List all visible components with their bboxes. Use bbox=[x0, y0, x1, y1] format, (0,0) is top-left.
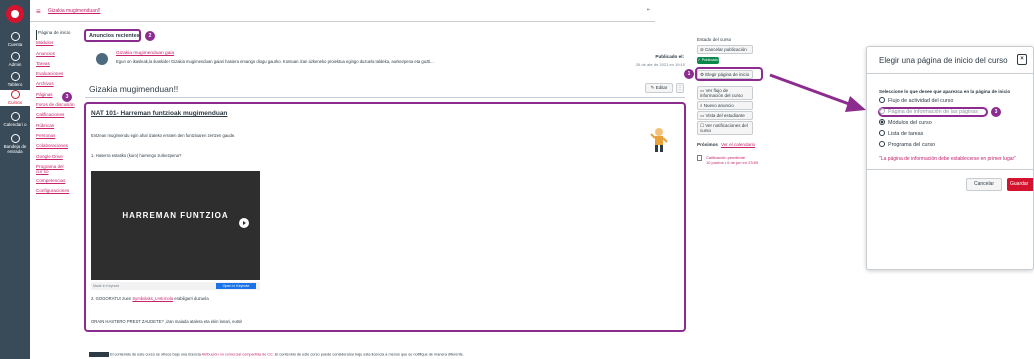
radio-option: Página de información de las páginas bbox=[879, 107, 978, 116]
divider bbox=[867, 169, 1033, 170]
radio-option[interactable]: Flujo de actividad del curso bbox=[879, 96, 953, 105]
dialog-title: Elegir una página de inicio del curso bbox=[879, 56, 1008, 65]
dialog-header: Elegir una página de inicio del curso × bbox=[867, 47, 1033, 74]
step-marker: 3 bbox=[991, 107, 1001, 117]
radio-icon[interactable] bbox=[879, 118, 885, 125]
dialog-prompt: Seleccione lo que desee que aparezca en … bbox=[879, 89, 1011, 94]
radio-option[interactable]: Programa del curso bbox=[879, 140, 935, 149]
radio-option[interactable]: Módulos del curso bbox=[879, 118, 932, 127]
radio-icon bbox=[879, 107, 885, 114]
warning-text: "La página de información debe establece… bbox=[879, 156, 1016, 162]
cancel-button[interactable]: Cancelar bbox=[966, 178, 1002, 191]
home-page-dialog: Elegir una página de inicio del curso × … bbox=[866, 46, 1034, 270]
radio-icon[interactable] bbox=[879, 96, 885, 103]
radio-icon[interactable] bbox=[879, 129, 885, 136]
save-button[interactable]: Guardar bbox=[1007, 178, 1033, 191]
radio-icon[interactable] bbox=[879, 140, 885, 147]
close-icon[interactable]: × bbox=[1017, 54, 1027, 65]
radio-option[interactable]: Lista de tareas bbox=[879, 129, 923, 138]
